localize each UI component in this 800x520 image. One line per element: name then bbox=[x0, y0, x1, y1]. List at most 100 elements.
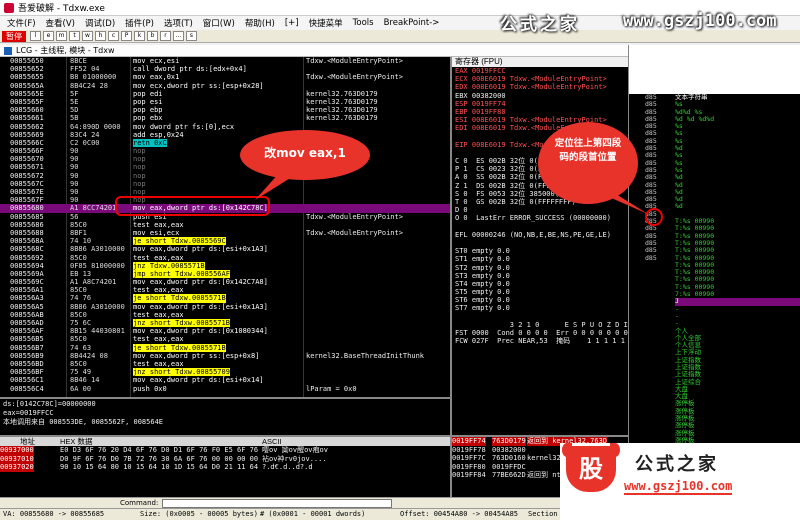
toolbar-button[interactable]: k bbox=[134, 31, 145, 41]
toolbar-button[interactable]: e bbox=[43, 31, 54, 41]
toolbar-button[interactable]: h bbox=[95, 31, 106, 41]
string-item[interactable]: %d %d %d%d bbox=[675, 115, 800, 123]
disasm-row[interactable]: 008556B9 8B4424 08 mov eax,dword ptr ss:[e… bbox=[0, 352, 450, 360]
disasm-row[interactable]: 0085567C 90 nop bbox=[0, 180, 450, 188]
disasm-row[interactable]: 00855669 83C4 24 add esp,0x24 bbox=[0, 131, 450, 139]
command-input[interactable] bbox=[162, 498, 393, 508]
register-line[interactable]: ST2 empty 0.0 bbox=[452, 264, 628, 272]
menu-item[interactable]: 窗口(W) bbox=[198, 17, 240, 29]
register-line[interactable]: D 0 bbox=[452, 206, 628, 214]
register-line[interactable]: ST5 empty 0.0 bbox=[452, 288, 628, 296]
registers-pane[interactable]: 寄存器 (FPU) EAX 0019FFCC ECX 008E6019 Tdxw.… bbox=[450, 57, 628, 435]
disasm-row[interactable]: 008556BF 75 49 jnz short Tdxw.00855709 bbox=[0, 368, 450, 377]
menu-item[interactable]: Tools bbox=[348, 18, 379, 28]
register-line[interactable]: ESP 0019FF74 bbox=[452, 100, 628, 108]
toolbar-button[interactable]: c bbox=[108, 31, 119, 41]
disasm-row[interactable]: 0085568C 8B86 A3010000 mov eax,dword ptr d… bbox=[0, 245, 450, 253]
register-line[interactable] bbox=[452, 313, 628, 321]
disasm-row[interactable]: 00855661 5B pop ebx kernel32.763D0179 bbox=[0, 114, 450, 122]
string-item[interactable]: 7:%s 00990 bbox=[675, 290, 800, 298]
disasm-row[interactable]: 00855686 85C0 test eax,eax bbox=[0, 221, 450, 229]
toolbar-button[interactable]: P bbox=[121, 31, 132, 41]
disasm-row[interactable]: 00855655 B8 01000000 mov eax,0x1 Tdxw.<Modu… bbox=[0, 73, 450, 81]
disasm-row[interactable]: 00855652 FF52 04 call dword ptr ds:[edx+0x… bbox=[0, 65, 450, 73]
disasm-row[interactable]: 0085565E 5F pop edi kernel32.763D0179 bbox=[0, 90, 450, 98]
toolbar-button[interactable]: m bbox=[56, 31, 67, 41]
disasm-row[interactable]: 008556AD 75 6C jnz short Tdxw.0085571B bbox=[0, 319, 450, 328]
disasm-row[interactable]: 00855672 90 nop bbox=[0, 172, 450, 180]
disasm-row[interactable]: 008556B7 74 63 je short Tdxw.0085571B bbox=[0, 343, 450, 352]
disasm-row[interactable]: 00855660 5D pop ebp kernel32.763D0179 bbox=[0, 106, 450, 114]
menu-item[interactable]: 调试(D) bbox=[80, 17, 120, 29]
string-item[interactable]: %d bbox=[675, 195, 800, 203]
string-item[interactable]: %s bbox=[675, 137, 800, 145]
disasm-row[interactable]: 008556C1 8B46 14 mov eax,dword ptr ds:[esi… bbox=[0, 376, 450, 384]
disasm-row[interactable]: 00855692 85C0 test eax,eax bbox=[0, 254, 450, 262]
dump-row[interactable]: 00937000 E0 D3 6F 76 20 D4 6F 76 D0 D1 6F… bbox=[0, 446, 450, 455]
menu-item[interactable]: 快捷菜单 bbox=[304, 17, 348, 29]
toolbar-button[interactable]: t bbox=[69, 31, 80, 41]
string-item[interactable]: 文本字符串 bbox=[675, 94, 800, 101]
register-line[interactable]: EFL 00000246 (NO,NB,E,BE,NS,PE,GE,LE) bbox=[452, 231, 628, 239]
disasm-row[interactable]: 008556C4 6A 00 push 0x0 lParam = 0x0 bbox=[0, 385, 450, 393]
disasm-row[interactable]: 00855662 64:890D 0000 mov dword ptr fs:[0]… bbox=[0, 123, 450, 131]
toolbar-button[interactable]: ... bbox=[173, 31, 184, 41]
disasm-row[interactable]: 0085567E 90 nop bbox=[0, 188, 450, 196]
string-item[interactable]: %s bbox=[675, 159, 800, 167]
disasm-row[interactable]: 008556BD 85C0 test eax,eax bbox=[0, 360, 450, 368]
menu-item[interactable]: 帮助(H) bbox=[240, 17, 280, 29]
register-line[interactable]: FST 0000 Cond 0 0 0 0 Err 0 0 0 0 0 0 0 … bbox=[452, 329, 628, 337]
string-item[interactable]: 上证综合 bbox=[675, 378, 800, 386]
string-item[interactable]: J bbox=[675, 298, 800, 306]
toolbar-button[interactable]: s bbox=[186, 31, 197, 41]
menu-item[interactable]: 查看(V) bbox=[41, 17, 80, 29]
memory-dump-pane[interactable]: 地址 HEX 数据 ASCII 00937000 E0 D3 6F 76 20 D… bbox=[0, 435, 450, 497]
toolbar-button[interactable]: r bbox=[160, 31, 171, 41]
disasm-row[interactable]: 0085566C C2 0C00 retn 0xC bbox=[0, 138, 450, 148]
register-line[interactable]: EBX 00382000 bbox=[452, 92, 628, 100]
register-line[interactable]: ST6 empty 0.0 bbox=[452, 296, 628, 304]
string-item[interactable]: %d bbox=[675, 181, 800, 189]
menu-item[interactable]: 选项(T) bbox=[159, 17, 198, 29]
menu-item[interactable]: BreakPoint-> bbox=[379, 18, 445, 28]
string-item[interactable]: 大盘 bbox=[675, 385, 800, 393]
disasm-row[interactable]: 00855694 0F85 81000000 jnz Tdxw.0085571B bbox=[0, 261, 450, 270]
disasm-row[interactable]: 00855671 90 nop bbox=[0, 163, 450, 171]
string-item[interactable]: %d bbox=[675, 173, 800, 181]
string-item[interactable]: - bbox=[675, 312, 800, 320]
disasm-row[interactable]: 008556AF 8B15 44030801 mov eax,dword ptr d… bbox=[0, 327, 450, 335]
string-item[interactable]: %s bbox=[675, 130, 800, 138]
register-line[interactable]: ST1 empty 0.0 bbox=[452, 255, 628, 263]
register-line[interactable]: EBP 0019FF80 bbox=[452, 108, 628, 116]
disasm-row[interactable]: 008556A1 85C0 test eax,eax bbox=[0, 286, 450, 294]
disasm-row[interactable]: 0085565F 5E pop esi kernel32.763D0179 bbox=[0, 98, 450, 106]
string-item[interactable]: %d bbox=[675, 203, 800, 211]
register-line[interactable]: ST3 empty 0.0 bbox=[452, 272, 628, 280]
register-line[interactable] bbox=[452, 239, 628, 247]
disasm-row[interactable]: 008556AB 85C0 test eax,eax bbox=[0, 311, 450, 319]
disasm-row[interactable]: 0085569A EB 13 jmp short Tdxw.008556AF bbox=[0, 269, 450, 279]
disasm-row[interactable]: 008556A5 8B86 A3010000 mov eax,dword ptr d… bbox=[0, 303, 450, 311]
string-item[interactable]: %d bbox=[675, 188, 800, 196]
string-item[interactable]: %d bbox=[675, 144, 800, 152]
disasm-row[interactable]: 00855670 90 nop bbox=[0, 155, 450, 163]
pause-status[interactable]: 暂停 bbox=[2, 30, 26, 42]
dump-row[interactable]: 00937010 D0 9F 6F 76 D0 7B 72 76 30 6A 6F… bbox=[0, 454, 450, 463]
disasm-row[interactable]: 0085568A 74 10 je short Tdxw.0085569C bbox=[0, 237, 450, 246]
toolbar-button[interactable]: l bbox=[30, 31, 41, 41]
menu-item[interactable]: [+] bbox=[280, 18, 304, 28]
string-item[interactable]: %s bbox=[675, 122, 800, 130]
disasm-row[interactable]: 0085566F 90 nop bbox=[0, 147, 450, 155]
string-item[interactable]: %s bbox=[675, 166, 800, 174]
string-item[interactable]: - bbox=[675, 319, 800, 327]
register-line[interactable] bbox=[452, 223, 628, 231]
register-line[interactable]: ST0 empty 0.0 bbox=[452, 247, 628, 255]
register-line[interactable]: ST7 empty 0.0 bbox=[452, 304, 628, 312]
register-line[interactable]: ST4 empty 0.0 bbox=[452, 280, 628, 288]
disasm-row[interactable]: 0085565A 8B4C24 28 mov ecx,dword ptr ss:[e… bbox=[0, 82, 450, 90]
disasm-row[interactable]: 0085569C A1 A8C74201 mov eax,dword ptr ds:… bbox=[0, 278, 450, 286]
toolbar-button[interactable]: b bbox=[147, 31, 158, 41]
toolbar-button[interactable]: w bbox=[82, 31, 93, 41]
disasm-row[interactable]: 008556B5 85C0 test eax,eax bbox=[0, 335, 450, 343]
string-item[interactable]: - bbox=[675, 305, 800, 313]
